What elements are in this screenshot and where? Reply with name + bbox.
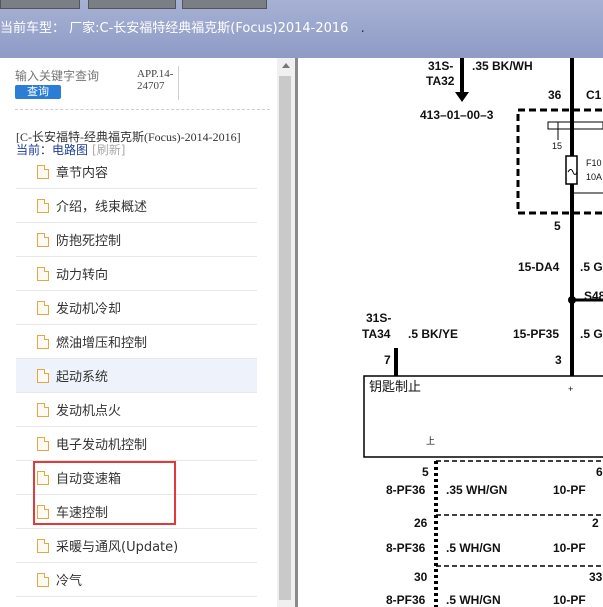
scroll-up-arrow-icon[interactable] <box>282 63 290 68</box>
chapter-tree: 章节内容 介绍，线束概述 防抱死控制 动力转向 发动机冷却 燃油增压和控制 起动… <box>16 155 257 597</box>
fuse-connector <box>547 121 603 130</box>
nav-scrollbar[interactable] <box>277 58 295 607</box>
label-15-da4: 15-DA4 <box>518 260 560 274</box>
tree-item-abs[interactable]: 防抱死控制 <box>16 223 257 257</box>
label-10pf-c: 10-PF <box>553 593 586 607</box>
document-icon <box>37 300 49 315</box>
document-icon <box>37 198 49 213</box>
document-icon <box>37 334 49 349</box>
document-icon <box>37 368 49 383</box>
label-bkye: .5 BK/YE <box>408 327 458 341</box>
label-plus: + <box>568 384 573 394</box>
vehicle-model: 当前车型： 厂家:C-长安福特经典福克斯(Focus)2014-2016 . <box>0 17 365 36</box>
tree-item-label: 发动机点火 <box>56 404 122 419</box>
label-r26: 26 <box>414 516 428 530</box>
search-input[interactable] <box>15 69 105 83</box>
app-code-line1: APP.14- <box>137 68 174 80</box>
arrow-down-icon <box>455 92 469 102</box>
label-bkwh: .35 BK/WH <box>472 59 533 73</box>
tree-item-air-conditioning[interactable]: 冷气 <box>16 563 257 597</box>
label-pin5: 5 <box>554 219 561 233</box>
toolbar-button-1[interactable] <box>0 0 80 9</box>
label-15-pf35: 15-PF35 <box>513 327 559 341</box>
label-s48: S48 <box>584 289 603 303</box>
document-icon <box>37 538 49 553</box>
tree-item-label: 发动机冷却 <box>56 302 122 317</box>
app-code-line2: 24707 <box>137 80 165 92</box>
divider <box>15 109 270 110</box>
tree-item-intro[interactable]: 介绍，线束概述 <box>16 189 257 223</box>
label-ta34: TA34 <box>362 327 391 341</box>
label-whgn-35: .35 WH/GN <box>446 483 507 497</box>
toolbar-button-2[interactable] <box>88 0 176 9</box>
top-bar: 当前车型： 厂家:C-长安福特经典福克斯(Focus)2014-2016 . <box>0 0 603 58</box>
label-f15: 15 <box>552 141 562 151</box>
label-10a: 10A <box>586 172 602 182</box>
tree-item-label: 防抱死控制 <box>56 234 122 249</box>
label-c1: C1 <box>586 88 602 102</box>
tree-item-engine-cooling[interactable]: 发动机冷却 <box>16 291 257 325</box>
tree-item-label: 冷气 <box>56 574 83 589</box>
label-31s-b: 31S- <box>366 311 391 325</box>
toolbar-button-3[interactable] <box>182 0 267 9</box>
label-whgn-5b: .5 WH/GN <box>446 593 501 607</box>
search-button[interactable]: 查询 <box>15 85 61 99</box>
tree-item-hvac[interactable]: 采暖与通风(Update) <box>16 529 257 563</box>
tree-item-label: 起动系统 <box>56 370 109 385</box>
label-g5b: .5 G <box>580 327 603 341</box>
label-pin36: 36 <box>548 88 562 102</box>
tree-item-label: 采暖与通风(Update) <box>56 540 179 555</box>
tree-item-power-steering[interactable]: 动力转向 <box>16 257 257 291</box>
tree-item-ignition[interactable]: 发动机点火 <box>16 393 257 427</box>
label-upper: 上 <box>426 436 435 446</box>
tree-item-label: 动力转向 <box>56 268 109 283</box>
highlight-box <box>33 461 176 525</box>
label-r2: 2 <box>592 516 599 530</box>
label-pf36-c: 8-PF36 <box>386 593 426 607</box>
tree-item-label: 介绍，线束概述 <box>56 200 148 215</box>
tree-item-fuel-control[interactable]: 燃油增压和控制 <box>16 325 257 359</box>
label-10pf-b: 10-PF <box>553 541 586 555</box>
tree-item-label: 电子发动机控制 <box>56 438 148 453</box>
label-f10: F10 <box>586 158 602 168</box>
vehicle-model-label: 当前车型： <box>0 21 66 36</box>
document-icon <box>37 266 49 281</box>
label-10pf-a: 10-PF <box>553 483 586 497</box>
label-pf36-a: 8-PF36 <box>386 483 426 497</box>
document-icon <box>37 164 49 179</box>
document-icon <box>37 572 49 587</box>
label-31s-a: 31S- <box>428 59 453 73</box>
wiring-diagram-svg: 31S- TA32 .35 BK/WH 36 C1 413–01–00–3 15… <box>362 58 603 607</box>
label-key-lock: 钥匙制止 <box>369 380 421 395</box>
app-code: APP.14- 24707 <box>132 66 179 100</box>
label-ref: 413–01–00–3 <box>420 108 494 122</box>
label-r5: 5 <box>422 465 429 479</box>
tree-item-starting-system[interactable]: 起动系统 <box>16 359 257 393</box>
tree-item-label: 章节内容 <box>56 166 109 181</box>
document-icon <box>37 436 49 451</box>
vehicle-model-dot: . <box>360 21 365 36</box>
tree-item-chapters[interactable]: 章节内容 <box>16 155 257 189</box>
label-r6: 6 <box>596 465 603 479</box>
scroll-thumb[interactable] <box>279 76 291 600</box>
tree-item-label: 燃油增压和控制 <box>56 336 148 351</box>
wiring-diagram: 31S- TA32 .35 BK/WH 36 C1 413–01–00–3 15… <box>298 58 603 607</box>
vehicle-model-value: 厂家:C-长安福特经典福克斯(Focus)2014-2016 <box>69 21 349 36</box>
label-r30: 30 <box>414 570 428 584</box>
document-icon <box>37 232 49 247</box>
label-r33: 33 <box>589 570 603 584</box>
label-pf36-b: 8-PF36 <box>386 541 426 555</box>
label-pin7: 7 <box>384 353 391 367</box>
label-pin3: 3 <box>555 353 562 367</box>
document-icon <box>37 402 49 417</box>
label-ta32: TA32 <box>426 74 455 88</box>
label-whgn-5a: .5 WH/GN <box>446 541 501 555</box>
tree-item-engine-control[interactable]: 电子发动机控制 <box>16 427 257 461</box>
label-g5: .5 G <box>580 260 603 274</box>
